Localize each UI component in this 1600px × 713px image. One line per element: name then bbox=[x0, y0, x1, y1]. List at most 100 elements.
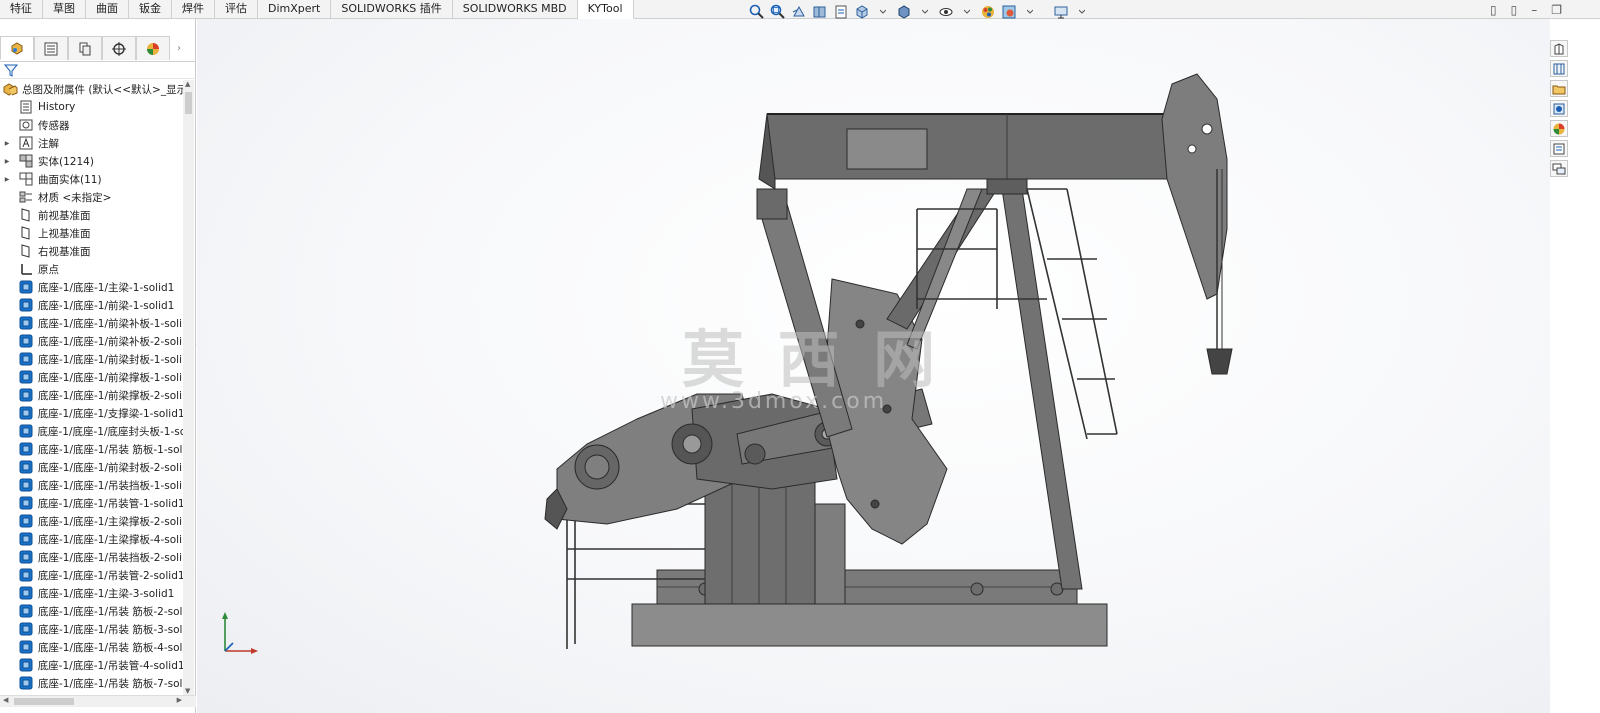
tile-left-icon[interactable]: ▯ bbox=[1490, 3, 1497, 17]
solidworks-resources-tab[interactable] bbox=[1550, 40, 1568, 57]
feature-tree: 总图及附属件 (默认<<默认>_显示状 History 传感器 ▶ 注解 ▶ 实体(121… bbox=[0, 80, 183, 695]
minimize-icon[interactable]: – bbox=[1531, 3, 1537, 17]
tree-item-label: 底座-1/底座-1/前梁-1-solid1 bbox=[38, 299, 175, 312]
zoom-area-icon[interactable] bbox=[769, 4, 786, 21]
view-palette-tab[interactable] bbox=[1550, 100, 1568, 117]
tree-body-item[interactable]: 底座-1/底座-1/吊装 筋板-3-sol bbox=[0, 620, 183, 638]
scroll-thumb[interactable] bbox=[14, 698, 74, 705]
dynamic-annotation-icon[interactable] bbox=[832, 4, 849, 21]
design-library-tab[interactable] bbox=[1550, 60, 1568, 77]
tree-body-item[interactable]: 底座-1/底座-1/支撑梁-1-solid1 bbox=[0, 404, 183, 422]
more-tabs-icon[interactable]: › bbox=[170, 36, 188, 60]
tree-body-item[interactable]: 底座-1/底座-1/主梁-1-solid1 bbox=[0, 278, 183, 296]
featuremanager-tab[interactable] bbox=[0, 36, 34, 60]
tree-body-item[interactable]: 底座-1/底座-1/吊装 筋板-1-sol bbox=[0, 440, 183, 458]
tab-0[interactable]: 特征 bbox=[0, 0, 43, 19]
tab-8[interactable]: SOLIDWORKS MBD bbox=[453, 0, 578, 19]
expand-arrow-icon[interactable]: ▶ bbox=[0, 158, 14, 165]
tab-9[interactable]: KYTool bbox=[577, 0, 634, 19]
watermark-url: www.3dmox.com bbox=[660, 389, 888, 414]
tab-1[interactable]: 草图 bbox=[43, 0, 86, 19]
dimxpert-tab[interactable] bbox=[102, 36, 136, 60]
body-icon bbox=[18, 297, 34, 313]
tree-item-surface-bodies[interactable]: ▶ 曲面实体(11) bbox=[0, 170, 183, 188]
tree-body-item[interactable]: 底座-1/底座-1/前梁撑板-1-soli bbox=[0, 368, 183, 386]
propertymanager-tab[interactable] bbox=[34, 36, 68, 60]
tree-item-material[interactable]: 材质 <未指定> bbox=[0, 188, 183, 206]
configurationmanager-tab[interactable] bbox=[68, 36, 102, 60]
custom-properties-tab[interactable] bbox=[1550, 140, 1568, 157]
appearances-tab[interactable] bbox=[1550, 120, 1568, 137]
restore-icon[interactable]: ❐ bbox=[1551, 3, 1562, 17]
chevron-down-icon[interactable] bbox=[1021, 4, 1038, 21]
tree-body-item[interactable]: 底座-1/底座-1/底座封头板-1-sc bbox=[0, 422, 183, 440]
scroll-thumb[interactable] bbox=[185, 92, 192, 114]
tree-body-item[interactable]: 底座-1/底座-1/前梁-1-solid1 bbox=[0, 296, 183, 314]
tree-item-plane[interactable]: 上视基准面 bbox=[0, 224, 183, 242]
scroll-up-icon[interactable]: ▲ bbox=[185, 80, 190, 88]
graphics-area[interactable]: 莫 西 网 www.3dmox.com bbox=[197, 19, 1550, 713]
chevron-down-icon[interactable] bbox=[1073, 4, 1090, 21]
tree-body-item[interactable]: 底座-1/底座-1/吊装 筋板-2-sol bbox=[0, 602, 183, 620]
tab-2[interactable]: 曲面 bbox=[86, 0, 129, 19]
tree-item-plane[interactable]: 右视基准面 bbox=[0, 242, 183, 260]
tab-5[interactable]: 评估 bbox=[215, 0, 258, 19]
file-explorer-tab[interactable] bbox=[1550, 80, 1568, 97]
view-settings-icon[interactable] bbox=[1052, 4, 1069, 21]
tree-body-item[interactable]: 底座-1/底座-1/前梁补板-1-soli bbox=[0, 314, 183, 332]
tree-item-annotation[interactable]: ▶ 注解 bbox=[0, 134, 183, 152]
scroll-right-icon[interactable]: ▶ bbox=[177, 696, 182, 704]
tab-3[interactable]: 钣金 bbox=[129, 0, 172, 19]
tree-item-plane[interactable]: 前视基准面 bbox=[0, 206, 183, 224]
tree-body-item[interactable]: 底座-1/底座-1/前梁撑板-2-soli bbox=[0, 386, 183, 404]
display-style-icon[interactable] bbox=[895, 4, 912, 21]
tree-body-item[interactable]: 底座-1/底座-1/吊装挡板-1-soli bbox=[0, 476, 183, 494]
section-view-icon[interactable] bbox=[811, 4, 828, 21]
view-orientation-icon[interactable] bbox=[853, 4, 870, 21]
scroll-left-icon[interactable]: ◀ bbox=[3, 696, 8, 704]
body-icon bbox=[18, 351, 34, 367]
featuremanager-panel: ▲ › 总图及附属件 (默认<<默认>_显示状 History 传感器 ▶ 注解 ▶ 实体… bbox=[0, 19, 196, 713]
body-icon bbox=[18, 621, 34, 637]
tree-filter[interactable] bbox=[0, 61, 196, 79]
tree-body-item[interactable]: 底座-1/底座-1/前梁封板-2-soli bbox=[0, 458, 183, 476]
tree-item-origin[interactable]: 原点 bbox=[0, 260, 183, 278]
tree-item-solid-bodies[interactable]: ▶ 实体(1214) bbox=[0, 152, 183, 170]
tree-item-history[interactable]: History bbox=[0, 98, 183, 116]
tree-body-item[interactable]: 底座-1/底座-1/吊装管-2-solid1 bbox=[0, 566, 183, 584]
tree-body-item[interactable]: 底座-1/底座-1/吊装 筋板-4-sol bbox=[0, 638, 183, 656]
pump-jack-model[interactable] bbox=[527, 49, 1447, 669]
tree-body-item[interactable]: 底座-1/底座-1/主梁撑板-4-soli bbox=[0, 530, 183, 548]
tree-body-item[interactable]: 底座-1/底座-1/主梁-3-solid1 bbox=[0, 584, 183, 602]
tree-item-label: 传感器 bbox=[38, 119, 70, 132]
chevron-down-icon[interactable] bbox=[874, 4, 891, 21]
expand-arrow-icon[interactable]: ▶ bbox=[0, 140, 14, 147]
tree-body-item[interactable]: 底座-1/底座-1/吊装挡板-2-soli bbox=[0, 548, 183, 566]
previous-view-icon[interactable] bbox=[790, 4, 807, 21]
tree-body-item[interactable]: 底座-1/底座-1/吊装 筋板-7-sol bbox=[0, 674, 183, 692]
tree-body-item[interactable]: 底座-1/底座-1/前梁封板-1-soli bbox=[0, 350, 183, 368]
tree-body-item[interactable]: 底座-1/底座-1/前梁补板-2-soli bbox=[0, 332, 183, 350]
scroll-down-icon[interactable]: ▼ bbox=[185, 687, 190, 695]
tree-item-sensor[interactable]: 传感器 bbox=[0, 116, 183, 134]
tree-item-label: 底座-1/底座-1/前梁撑板-1-soli bbox=[38, 371, 183, 384]
chevron-down-icon[interactable] bbox=[916, 4, 933, 21]
chevron-down-icon[interactable] bbox=[958, 4, 975, 21]
tree-vertical-scrollbar[interactable]: ▲ ▼ bbox=[183, 80, 194, 695]
tile-right-icon[interactable]: ▯ bbox=[1511, 3, 1518, 17]
edit-appearance-icon[interactable] bbox=[979, 4, 996, 21]
forum-tab[interactable] bbox=[1550, 160, 1568, 177]
hide-show-icon[interactable] bbox=[937, 4, 954, 21]
tab-7[interactable]: SOLIDWORKS 插件 bbox=[331, 0, 453, 19]
apply-scene-icon[interactable] bbox=[1000, 4, 1017, 21]
display-manager-tab[interactable] bbox=[136, 36, 170, 60]
tree-body-item[interactable]: 底座-1/底座-1/吊装管-1-solid1 bbox=[0, 494, 183, 512]
zoom-to-fit-icon[interactable] bbox=[748, 4, 765, 21]
tree-body-item[interactable]: 底座-1/底座-1/吊装管-4-solid1 bbox=[0, 656, 183, 674]
tree-body-item[interactable]: 底座-1/底座-1/主梁撑板-2-soli bbox=[0, 512, 183, 530]
tree-root-assembly[interactable]: 总图及附属件 (默认<<默认>_显示状 bbox=[0, 80, 183, 98]
tab-4[interactable]: 焊件 bbox=[172, 0, 215, 19]
tree-horizontal-scrollbar[interactable]: ◀ ▶ bbox=[0, 695, 196, 707]
tab-6[interactable]: DimXpert bbox=[258, 0, 332, 19]
expand-arrow-icon[interactable]: ▶ bbox=[0, 176, 14, 183]
